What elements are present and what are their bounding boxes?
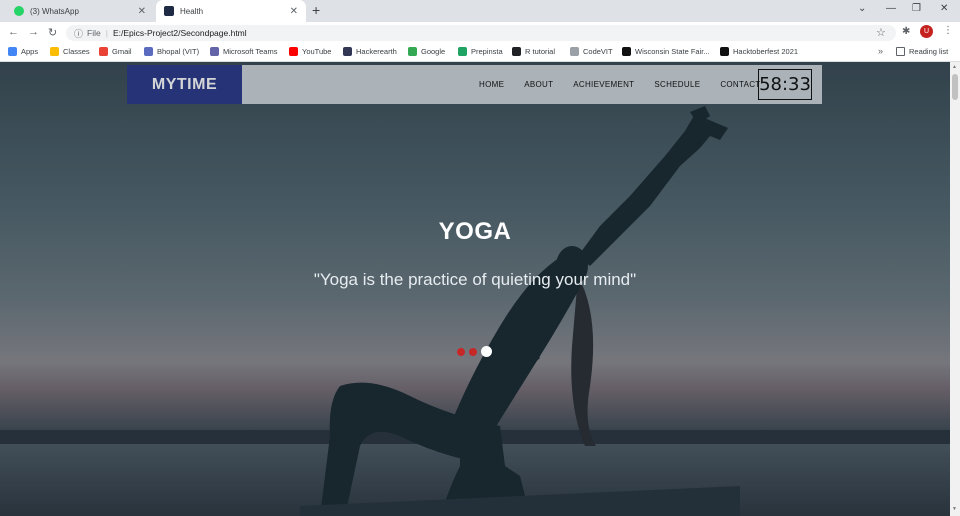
avatar[interactable]: U: [920, 25, 933, 38]
bookmark-codevit[interactable]: CodeVIT: [570, 47, 613, 56]
whatsapp-icon: [14, 6, 24, 16]
gmail-icon: [99, 47, 108, 56]
bookmark-r-tutorial[interactable]: R tutorial: [512, 47, 555, 56]
page-scrollbar[interactable]: [950, 62, 960, 516]
hacktoberfest-icon: [720, 47, 729, 56]
bookmark-label: Hacktoberfest 2021: [733, 47, 799, 56]
r-icon: [512, 47, 521, 56]
nav-contact[interactable]: CONTACT: [720, 80, 760, 89]
reading-list-icon: [896, 47, 905, 56]
bookmark-label: Microsoft Teams: [223, 47, 278, 56]
youtube-icon: [289, 47, 298, 56]
menu-icon[interactable]: ⋮: [943, 25, 953, 36]
extensions-icon[interactable]: ✱: [902, 26, 910, 37]
bookmarks-bar: Apps Classes Gmail Bhopal (VIT) Microsof…: [0, 44, 960, 62]
tab-title: Health: [180, 6, 204, 16]
bookmark-gmail[interactable]: Gmail: [99, 47, 132, 56]
teams-icon: [210, 47, 219, 56]
bookmark-apps[interactable]: Apps: [8, 47, 38, 56]
tab-title: (3) WhatsApp: [30, 6, 79, 16]
site-navbar: MYTIME HOME ABOUT ACHIEVEMENT SCHEDULE C…: [127, 65, 822, 104]
address-url[interactable]: E:/Epics-Project2/Secondpage.html: [113, 28, 247, 38]
bookmark-label: R tutorial: [525, 47, 556, 56]
bookmark-hackerearth[interactable]: Hackerearth: [343, 47, 397, 56]
slider-dot[interactable]: [469, 347, 477, 356]
tab-health[interactable]: Health ✕: [156, 0, 306, 22]
slider-dots: [457, 346, 496, 357]
minimize-button[interactable]: —: [886, 3, 896, 14]
apps-grid-icon: [8, 47, 17, 56]
scrollbar-thumb[interactable]: [952, 74, 958, 100]
bookmark-label: Wisconsin State Fair...: [635, 47, 710, 56]
nav-schedule[interactable]: SCHEDULE: [654, 80, 700, 89]
hero-quote: "Yoga is the practice of quieting your m…: [313, 270, 637, 289]
codevit-icon: [570, 47, 579, 56]
hero-title: YOGA: [438, 218, 512, 245]
maximize-button[interactable]: ❐: [912, 3, 921, 14]
bookmark-label: Apps: [21, 47, 39, 56]
info-icon[interactable]: ⓘ: [74, 27, 83, 40]
bookmark-prepinsta[interactable]: Prepinsta: [458, 47, 503, 56]
scroll-up-icon[interactable]: ▲: [952, 64, 957, 70]
close-icon[interactable]: ✕: [138, 6, 146, 17]
bookmark-star-icon[interactable]: ☆: [876, 26, 886, 39]
health-favicon-icon: [164, 6, 174, 16]
bookmark-label: Classes: [63, 47, 90, 56]
classes-icon: [50, 47, 59, 56]
bookmark-classes[interactable]: Classes: [50, 47, 90, 56]
browser-toolbar: ← → ↻ ⓘ File | E:/Epics-Project2/Secondp…: [0, 22, 960, 44]
bookmark-teams[interactable]: Microsoft Teams: [210, 47, 277, 56]
slider-dot[interactable]: [457, 347, 465, 356]
bookmark-hacktoberfest[interactable]: Hacktoberfest 2021: [720, 47, 798, 56]
address-separator: |: [105, 28, 108, 38]
nav-about[interactable]: ABOUT: [524, 80, 553, 89]
yoga-pose-silhouette-image: [300, 106, 740, 516]
bookmark-label: Gmail: [112, 47, 132, 56]
forward-icon[interactable]: →: [28, 26, 39, 38]
scroll-down-icon[interactable]: ▼: [952, 506, 957, 512]
bookmark-google[interactable]: Google: [408, 47, 445, 56]
bookmark-label: YouTube: [302, 47, 332, 56]
nav-achievement[interactable]: ACHIEVEMENT: [573, 80, 634, 89]
tab-whatsapp[interactable]: (3) WhatsApp ✕: [6, 0, 154, 22]
nav-home[interactable]: HOME: [479, 80, 504, 89]
reading-list-label: Reading list: [909, 47, 949, 56]
bookmark-wisconsin[interactable]: Wisconsin State Fair...: [622, 47, 710, 56]
reading-list-button[interactable]: Reading list: [896, 47, 948, 56]
nav-links: HOME ABOUT ACHIEVEMENT SCHEDULE CONTACT: [479, 65, 781, 104]
page-viewport: MYTIME HOME ABOUT ACHIEVEMENT SCHEDULE C…: [0, 62, 950, 516]
bookmarks-overflow-icon[interactable]: »: [878, 46, 883, 56]
tab-strip: (3) WhatsApp ✕ Health ✕ + ⌄ — ❐ ✕: [0, 0, 960, 22]
hackerearth-icon: [343, 47, 352, 56]
vit-icon: [144, 47, 153, 56]
bookmark-label: CodeVIT: [583, 47, 613, 56]
countdown-clock: 58:33: [758, 69, 812, 100]
bookmark-bhopal[interactable]: Bhopal (VIT): [144, 47, 199, 56]
google-icon: [408, 47, 417, 56]
prepinsta-icon: [458, 47, 467, 56]
address-scheme: File: [87, 28, 101, 38]
bookmark-label: Prepinsta: [471, 47, 503, 56]
slider-dot-active[interactable]: [481, 346, 492, 357]
bookmark-label: Google: [421, 47, 446, 56]
wisconsin-icon: [622, 47, 631, 56]
bookmark-youtube[interactable]: YouTube: [289, 47, 331, 56]
bookmark-label: Bhopal (VIT): [157, 47, 200, 56]
brand-logo[interactable]: MYTIME: [127, 65, 242, 104]
close-icon[interactable]: ✕: [290, 6, 298, 17]
address-bar[interactable]: ⓘ File | E:/Epics-Project2/Secondpage.ht…: [66, 25, 896, 41]
tab-search-icon[interactable]: ⌄: [858, 3, 866, 14]
reload-icon[interactable]: ↻: [48, 26, 57, 39]
bookmark-label: Hackerearth: [356, 47, 397, 56]
new-tab-button[interactable]: +: [312, 2, 320, 18]
back-icon[interactable]: ←: [8, 26, 19, 38]
close-window-button[interactable]: ✕: [940, 3, 948, 14]
